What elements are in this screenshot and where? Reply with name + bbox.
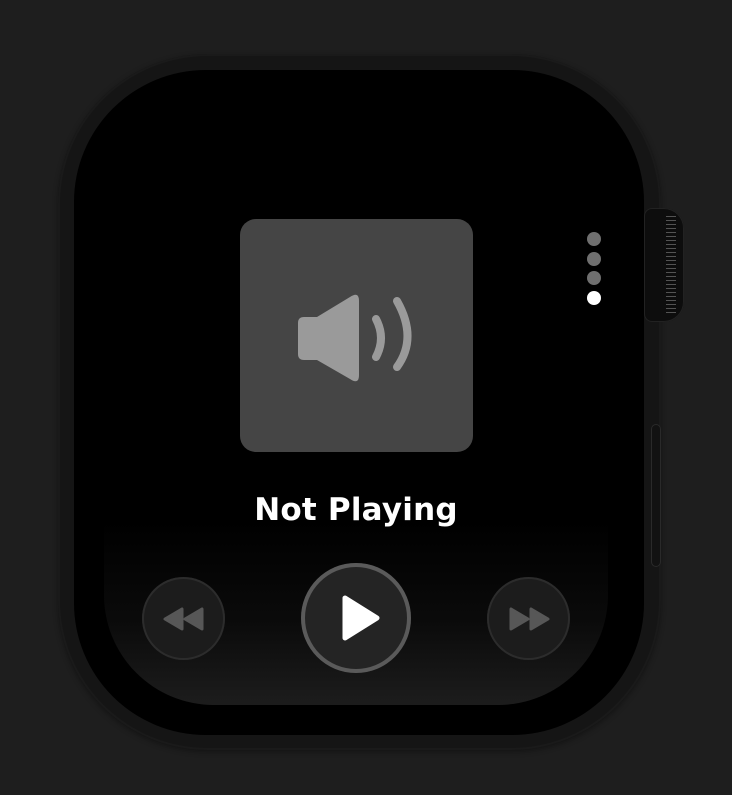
page-dot[interactable] xyxy=(587,232,601,246)
fast-forward-icon xyxy=(509,607,549,630)
watch-simulator: Not Playing xyxy=(0,0,732,795)
play-button[interactable] xyxy=(301,563,411,673)
rewind-icon xyxy=(163,607,203,630)
rewind-button[interactable] xyxy=(142,577,225,660)
digital-crown[interactable] xyxy=(644,208,684,322)
speaker-volume-icon xyxy=(298,294,412,382)
page-indicator xyxy=(586,232,602,310)
page-dot[interactable] xyxy=(587,271,601,285)
fast-forward-button[interactable] xyxy=(487,577,570,660)
page-dot[interactable] xyxy=(587,251,601,266)
page-dot-active[interactable] xyxy=(587,290,601,305)
now-playing-title: Not Playing xyxy=(254,492,458,528)
now-playing-artwork xyxy=(240,219,473,452)
play-icon xyxy=(342,595,380,641)
crown-ridges xyxy=(666,216,676,314)
